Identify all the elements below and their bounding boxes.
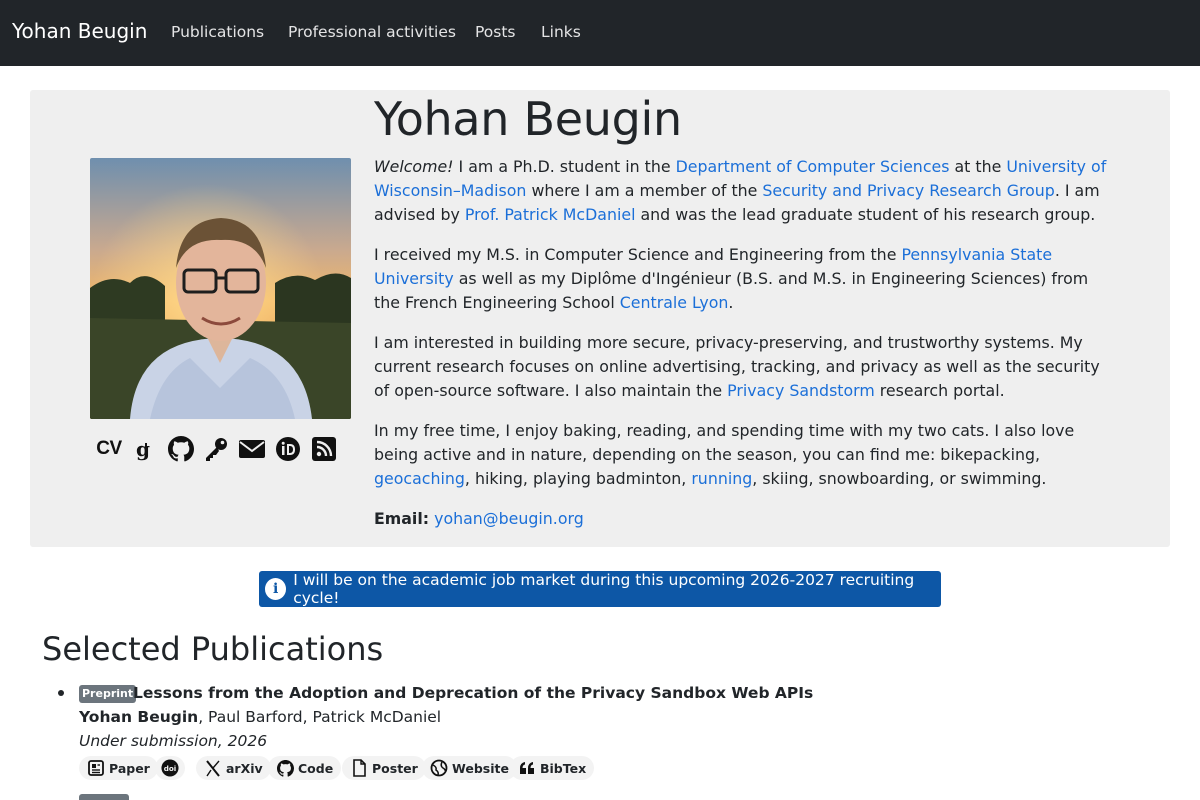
svg-text:g: g — [136, 437, 150, 461]
info-circle-icon: i — [265, 578, 287, 600]
website-link[interactable]: Website — [422, 756, 517, 780]
advisor-link[interactable]: Prof. Patrick McDaniel — [465, 205, 636, 224]
publication-authors: Yohan Beugin, Paul Barford, Patrick McDa… — [79, 708, 441, 726]
other-authors: , Paul Barford, Patrick McDaniel — [198, 708, 442, 726]
navbar: Yohan Beugin Publications Professional a… — [0, 0, 1200, 66]
publication-title: Lessons from the Adoption and Deprecatio… — [133, 684, 814, 702]
envelope-icon[interactable] — [239, 436, 265, 462]
next-publication-badge — [79, 794, 129, 800]
arxiv-icon — [204, 759, 222, 777]
department-link[interactable]: Department of Computer Sciences — [676, 157, 950, 176]
preprint-badge: Preprint — [79, 685, 137, 703]
paper-icon — [87, 759, 105, 777]
globe-icon — [430, 759, 448, 777]
privacy-sandstorm-link[interactable]: Privacy Sandstorm — [727, 381, 875, 400]
selected-publications-heading: Selected Publications — [42, 630, 384, 668]
key-icon[interactable] — [203, 436, 229, 462]
list-bullet — [58, 690, 64, 696]
welcome-text: Welcome! — [374, 157, 454, 176]
profile-icons: CV g — [96, 436, 346, 462]
cv-icon[interactable]: CV — [96, 436, 122, 462]
orcid-icon[interactable] — [275, 436, 301, 462]
poster-link[interactable]: Poster — [342, 756, 426, 780]
bio-paragraph-2: I received my M.S. in Computer Science a… — [374, 245, 1089, 312]
research-group-link[interactable]: Security and Privacy Research Group — [762, 181, 1054, 200]
nav-posts[interactable]: Posts — [475, 23, 516, 41]
github-icon[interactable] — [168, 436, 194, 462]
publication-venue: Under submission, 2026 — [79, 732, 268, 750]
email-line: Email: yohan@beugin.org — [374, 507, 1114, 531]
arxiv-link[interactable]: arXiv — [196, 756, 271, 780]
doi-icon: doi — [161, 759, 179, 777]
doi-link[interactable]: doi — [155, 756, 185, 780]
paper-link[interactable]: Paper — [79, 756, 158, 780]
alert-text: I will be on the academic job market dur… — [293, 571, 915, 607]
github-icon — [276, 759, 294, 777]
running-link[interactable]: running — [691, 469, 752, 488]
nav-professional-activities[interactable]: Professional activities — [288, 23, 456, 41]
quote-icon — [518, 759, 536, 777]
email-label: Email: — [374, 509, 430, 528]
bio-paragraph-3: I am interested in building more secure,… — [374, 333, 1100, 400]
google-scholar-icon[interactable]: g — [131, 436, 157, 462]
brand-link[interactable]: Yohan Beugin — [12, 19, 147, 43]
nav-publications[interactable]: Publications — [171, 23, 264, 41]
nav-links[interactable]: Links — [541, 23, 581, 41]
code-link[interactable]: Code — [268, 756, 342, 780]
bio-paragraph-4: In my free time, I enjoy baking, reading… — [374, 421, 1075, 488]
geocaching-link[interactable]: geocaching — [374, 469, 465, 488]
rss-icon[interactable] — [311, 436, 337, 462]
email-link[interactable]: yohan@beugin.org — [434, 509, 584, 528]
profile-photo — [90, 158, 351, 419]
centrale-lyon-link[interactable]: Centrale Lyon — [620, 293, 729, 312]
file-icon — [350, 759, 368, 777]
job-market-alert: i I will be on the academic job market d… — [259, 571, 941, 607]
first-author: Yohan Beugin — [79, 708, 199, 726]
bibtex-link[interactable]: BibTex — [510, 756, 595, 780]
svg-text:doi: doi — [164, 764, 177, 773]
profile-name: Yohan Beugin — [374, 92, 682, 146]
bio-paragraph-1: Welcome! I am a Ph.D. student in the Dep… — [374, 157, 1107, 224]
